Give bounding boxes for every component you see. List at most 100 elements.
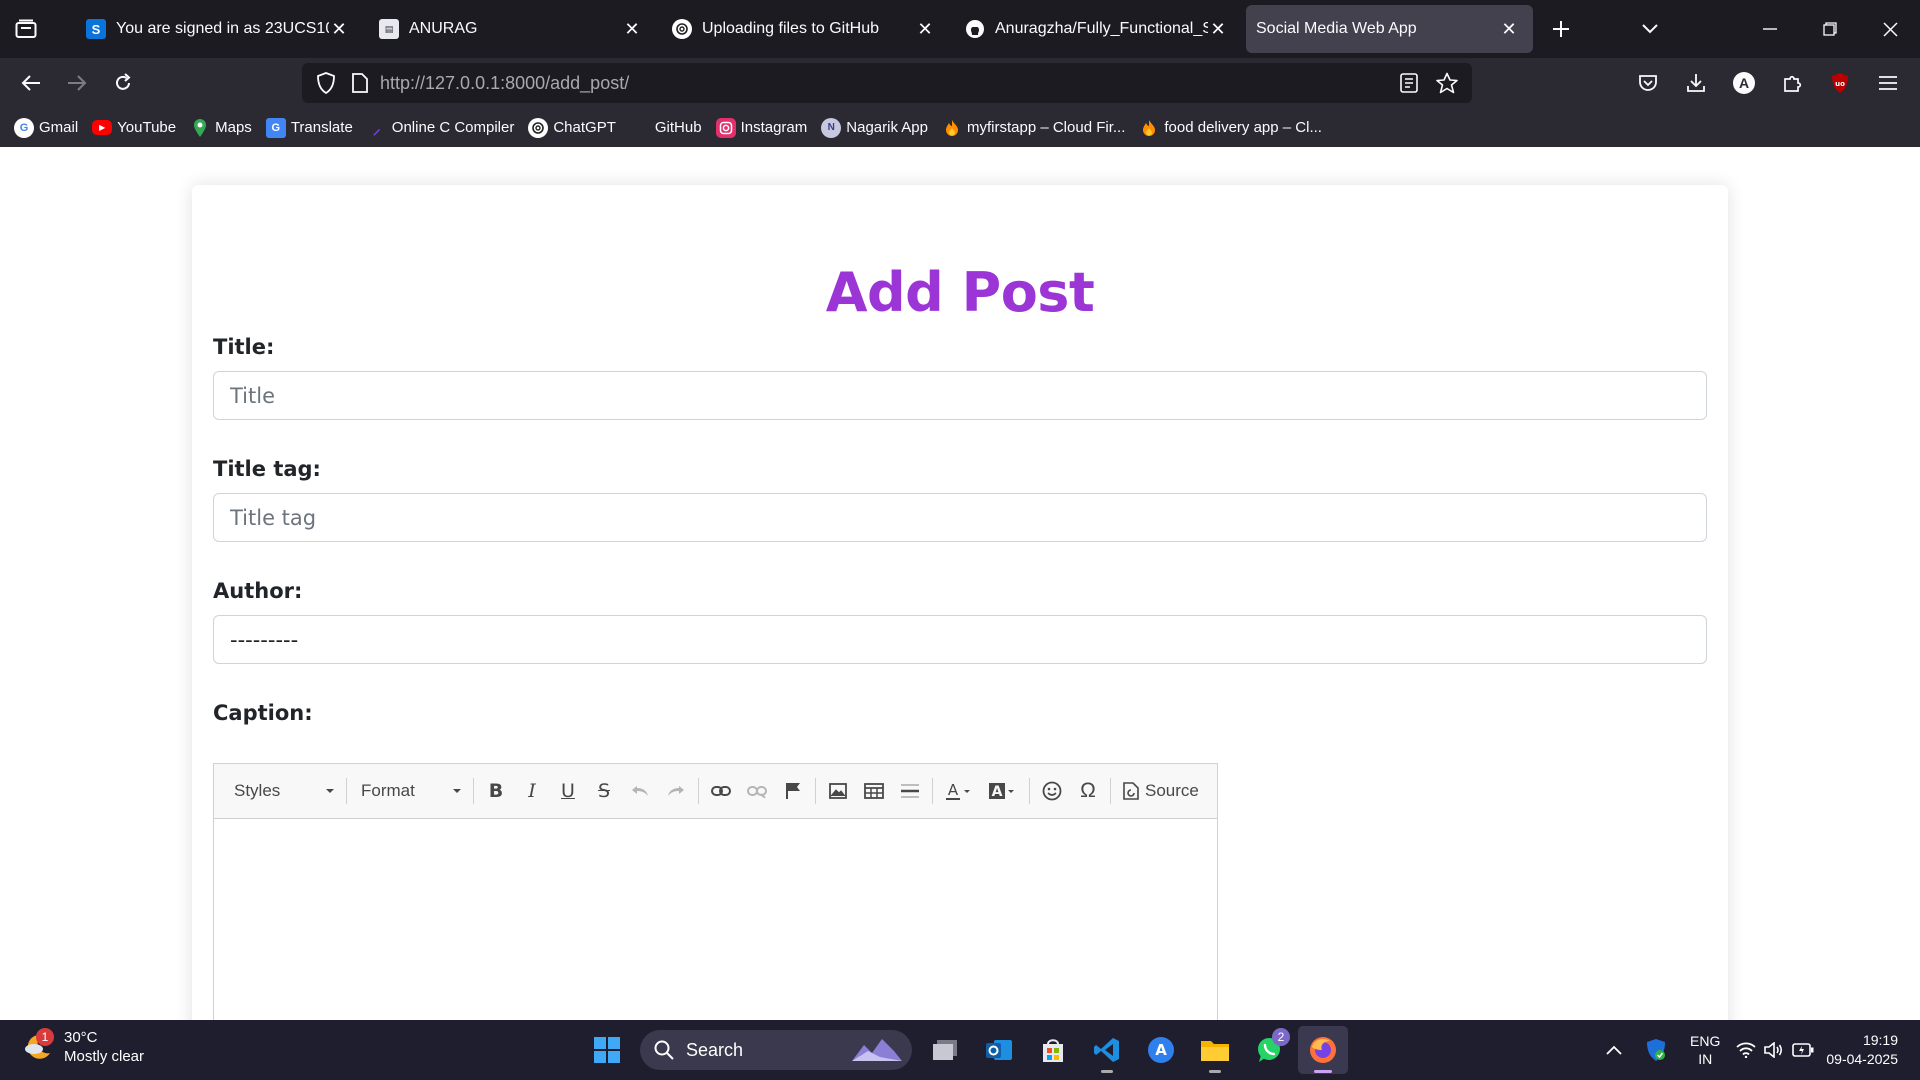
title-input[interactable] xyxy=(213,371,1707,420)
page-info-icon[interactable] xyxy=(352,73,368,93)
shield-icon[interactable] xyxy=(316,72,336,94)
redo-icon[interactable] xyxy=(658,775,694,807)
bookmark-github[interactable]: GitHub xyxy=(629,117,702,138)
menu-hamburger-icon[interactable] xyxy=(1864,63,1912,103)
downloads-icon[interactable] xyxy=(1672,63,1720,103)
image-icon[interactable] xyxy=(820,775,856,807)
compiler-icon: ⸝ xyxy=(372,120,381,138)
weather-widget[interactable]: 1 30°C Mostly clear xyxy=(22,1028,144,1066)
restore-icon[interactable] xyxy=(1800,0,1860,58)
editor-content-area[interactable] xyxy=(214,819,1217,1020)
format-dropdown[interactable]: Format xyxy=(351,775,469,807)
close-tab-icon[interactable]: ✕ xyxy=(915,19,935,40)
bookmark-star-icon[interactable] xyxy=(1428,63,1466,103)
close-tab-icon[interactable]: ✕ xyxy=(1208,19,1228,40)
microsoft-store-icon[interactable] xyxy=(1028,1026,1078,1074)
clock-date: 09-04-2025 xyxy=(1826,1051,1898,1067)
bookmark-myfirstapp[interactable]: myfirstapp – Cloud Fir... xyxy=(942,118,1125,138)
tab-uploading[interactable]: Uploading files to GitHub ✕ xyxy=(656,5,949,53)
back-arrow-icon[interactable] xyxy=(8,63,54,103)
tab-signed-in[interactable]: S You are signed in as 23UCS102 ✕ xyxy=(70,5,363,53)
tab-list-icon[interactable] xyxy=(0,0,52,58)
bookmark-online-c-compiler[interactable]: ⸝ Online C Compiler xyxy=(367,118,515,138)
bookmark-youtube[interactable]: ▶ YouTube xyxy=(92,119,176,136)
tab-title: Social Media Web App xyxy=(1256,20,1417,37)
author-select[interactable]: --------- xyxy=(213,615,1707,664)
new-tab-button[interactable] xyxy=(1533,5,1589,53)
tab-social-media[interactable]: Social Media Web App ✕ xyxy=(1246,5,1533,53)
url-path: :8000/add_post/ xyxy=(500,72,630,93)
horizontal-line-icon[interactable] xyxy=(892,775,928,807)
chevron-down-icon[interactable] xyxy=(1620,0,1680,58)
bookmark-nagarik-app[interactable]: N Nagarik App xyxy=(821,117,928,138)
url-text[interactable]: http://127.0.0.1:8000/add_post/ xyxy=(380,73,629,94)
reader-view-icon[interactable] xyxy=(1390,63,1428,103)
unlink-icon[interactable] xyxy=(739,775,775,807)
source-button-label: Source xyxy=(1145,781,1199,800)
bookmark-maps[interactable]: Maps xyxy=(190,118,252,138)
background-color-icon[interactable]: A xyxy=(981,775,1025,807)
firefox-icon[interactable] xyxy=(1298,1026,1348,1074)
minimize-icon[interactable] xyxy=(1740,0,1800,58)
close-window-icon[interactable] xyxy=(1860,0,1920,58)
title-tag-input[interactable] xyxy=(213,493,1707,542)
language-line1: ENG xyxy=(1690,1033,1721,1049)
task-view-icon[interactable] xyxy=(920,1026,970,1074)
forward-arrow-icon[interactable] xyxy=(54,63,100,103)
underline-icon[interactable]: U xyxy=(550,775,586,807)
bookmark-translate[interactable]: G Translate xyxy=(265,117,353,138)
undo-icon[interactable] xyxy=(622,775,658,807)
source-button[interactable]: Source xyxy=(1115,781,1207,801)
bookmark-gmail[interactable]: G Gmail xyxy=(14,117,78,138)
clock[interactable]: 19:19 09-04-2025 xyxy=(1826,1031,1898,1069)
search-icon xyxy=(654,1040,674,1060)
bookmark-label: GitHub xyxy=(654,119,702,136)
styles-dropdown[interactable]: Styles xyxy=(224,775,342,807)
system-tray: ENG IN 19:19 09-04-2025 xyxy=(1594,1020,1920,1080)
github-icon xyxy=(965,19,985,39)
table-icon[interactable] xyxy=(856,775,892,807)
ublock-icon[interactable]: uo xyxy=(1816,63,1864,103)
weather-badge: 1 xyxy=(36,1028,54,1046)
bold-icon[interactable]: B xyxy=(478,775,514,807)
app-a-icon[interactable]: A xyxy=(1136,1026,1186,1074)
link-icon[interactable] xyxy=(703,775,739,807)
tab-anurag[interactable]: ▤ ANURAG ✕ xyxy=(363,5,656,53)
anchor-flag-icon[interactable] xyxy=(775,775,811,807)
strikethrough-icon[interactable]: S xyxy=(586,775,622,807)
smiley-icon[interactable] xyxy=(1034,775,1070,807)
bookmark-label: Instagram xyxy=(740,119,808,136)
extensions-puzzle-icon[interactable] xyxy=(1768,63,1816,103)
tab-github[interactable]: Anuragzha/Fully_Functional_Soci ✕ xyxy=(949,5,1242,53)
svg-text:A: A xyxy=(992,784,1003,800)
reload-icon[interactable] xyxy=(100,63,146,103)
bookmark-instagram[interactable]: Instagram xyxy=(715,117,808,138)
vscode-icon[interactable] xyxy=(1082,1026,1132,1074)
italic-icon[interactable]: I xyxy=(514,775,550,807)
security-shield-icon[interactable] xyxy=(1634,1030,1678,1070)
whatsapp-icon[interactable]: 2 xyxy=(1244,1026,1294,1074)
wifi-icon[interactable] xyxy=(1736,1042,1756,1058)
pocket-icon[interactable] xyxy=(1624,63,1672,103)
bookmark-food-delivery[interactable]: food delivery app – Cl... xyxy=(1139,118,1322,138)
bookmark-label: myfirstapp – Cloud Fir... xyxy=(966,119,1126,136)
title-label: Title: xyxy=(213,335,275,359)
outlook-icon[interactable] xyxy=(974,1026,1024,1074)
taskbar-search[interactable]: Search xyxy=(640,1030,912,1070)
language-indicator[interactable]: ENG IN xyxy=(1690,1032,1720,1068)
account-avatar-icon[interactable]: A xyxy=(1720,63,1768,103)
file-explorer-icon[interactable] xyxy=(1190,1026,1240,1074)
windows-start-icon[interactable] xyxy=(582,1026,632,1074)
battery-icon[interactable] xyxy=(1792,1043,1814,1057)
nagarik-icon: N xyxy=(821,117,842,138)
text-color-icon[interactable]: A xyxy=(937,775,981,807)
address-bar[interactable]: http://127.0.0.1:8000/add_post/ xyxy=(302,63,1472,103)
special-character-omega-icon[interactable]: Ω xyxy=(1070,775,1106,807)
close-tab-icon[interactable]: ✕ xyxy=(622,19,642,40)
close-tab-icon[interactable]: ✕ xyxy=(1499,19,1519,40)
bookmark-chatgpt[interactable]: ChatGPT xyxy=(528,117,616,138)
volume-icon[interactable] xyxy=(1764,1042,1784,1058)
chevron-up-icon[interactable] xyxy=(1594,1030,1634,1070)
bookmarks-toolbar: G Gmail ▶ YouTube Maps G Translate ⸝ Online … xyxy=(0,108,1920,147)
close-tab-icon[interactable]: ✕ xyxy=(329,19,349,40)
